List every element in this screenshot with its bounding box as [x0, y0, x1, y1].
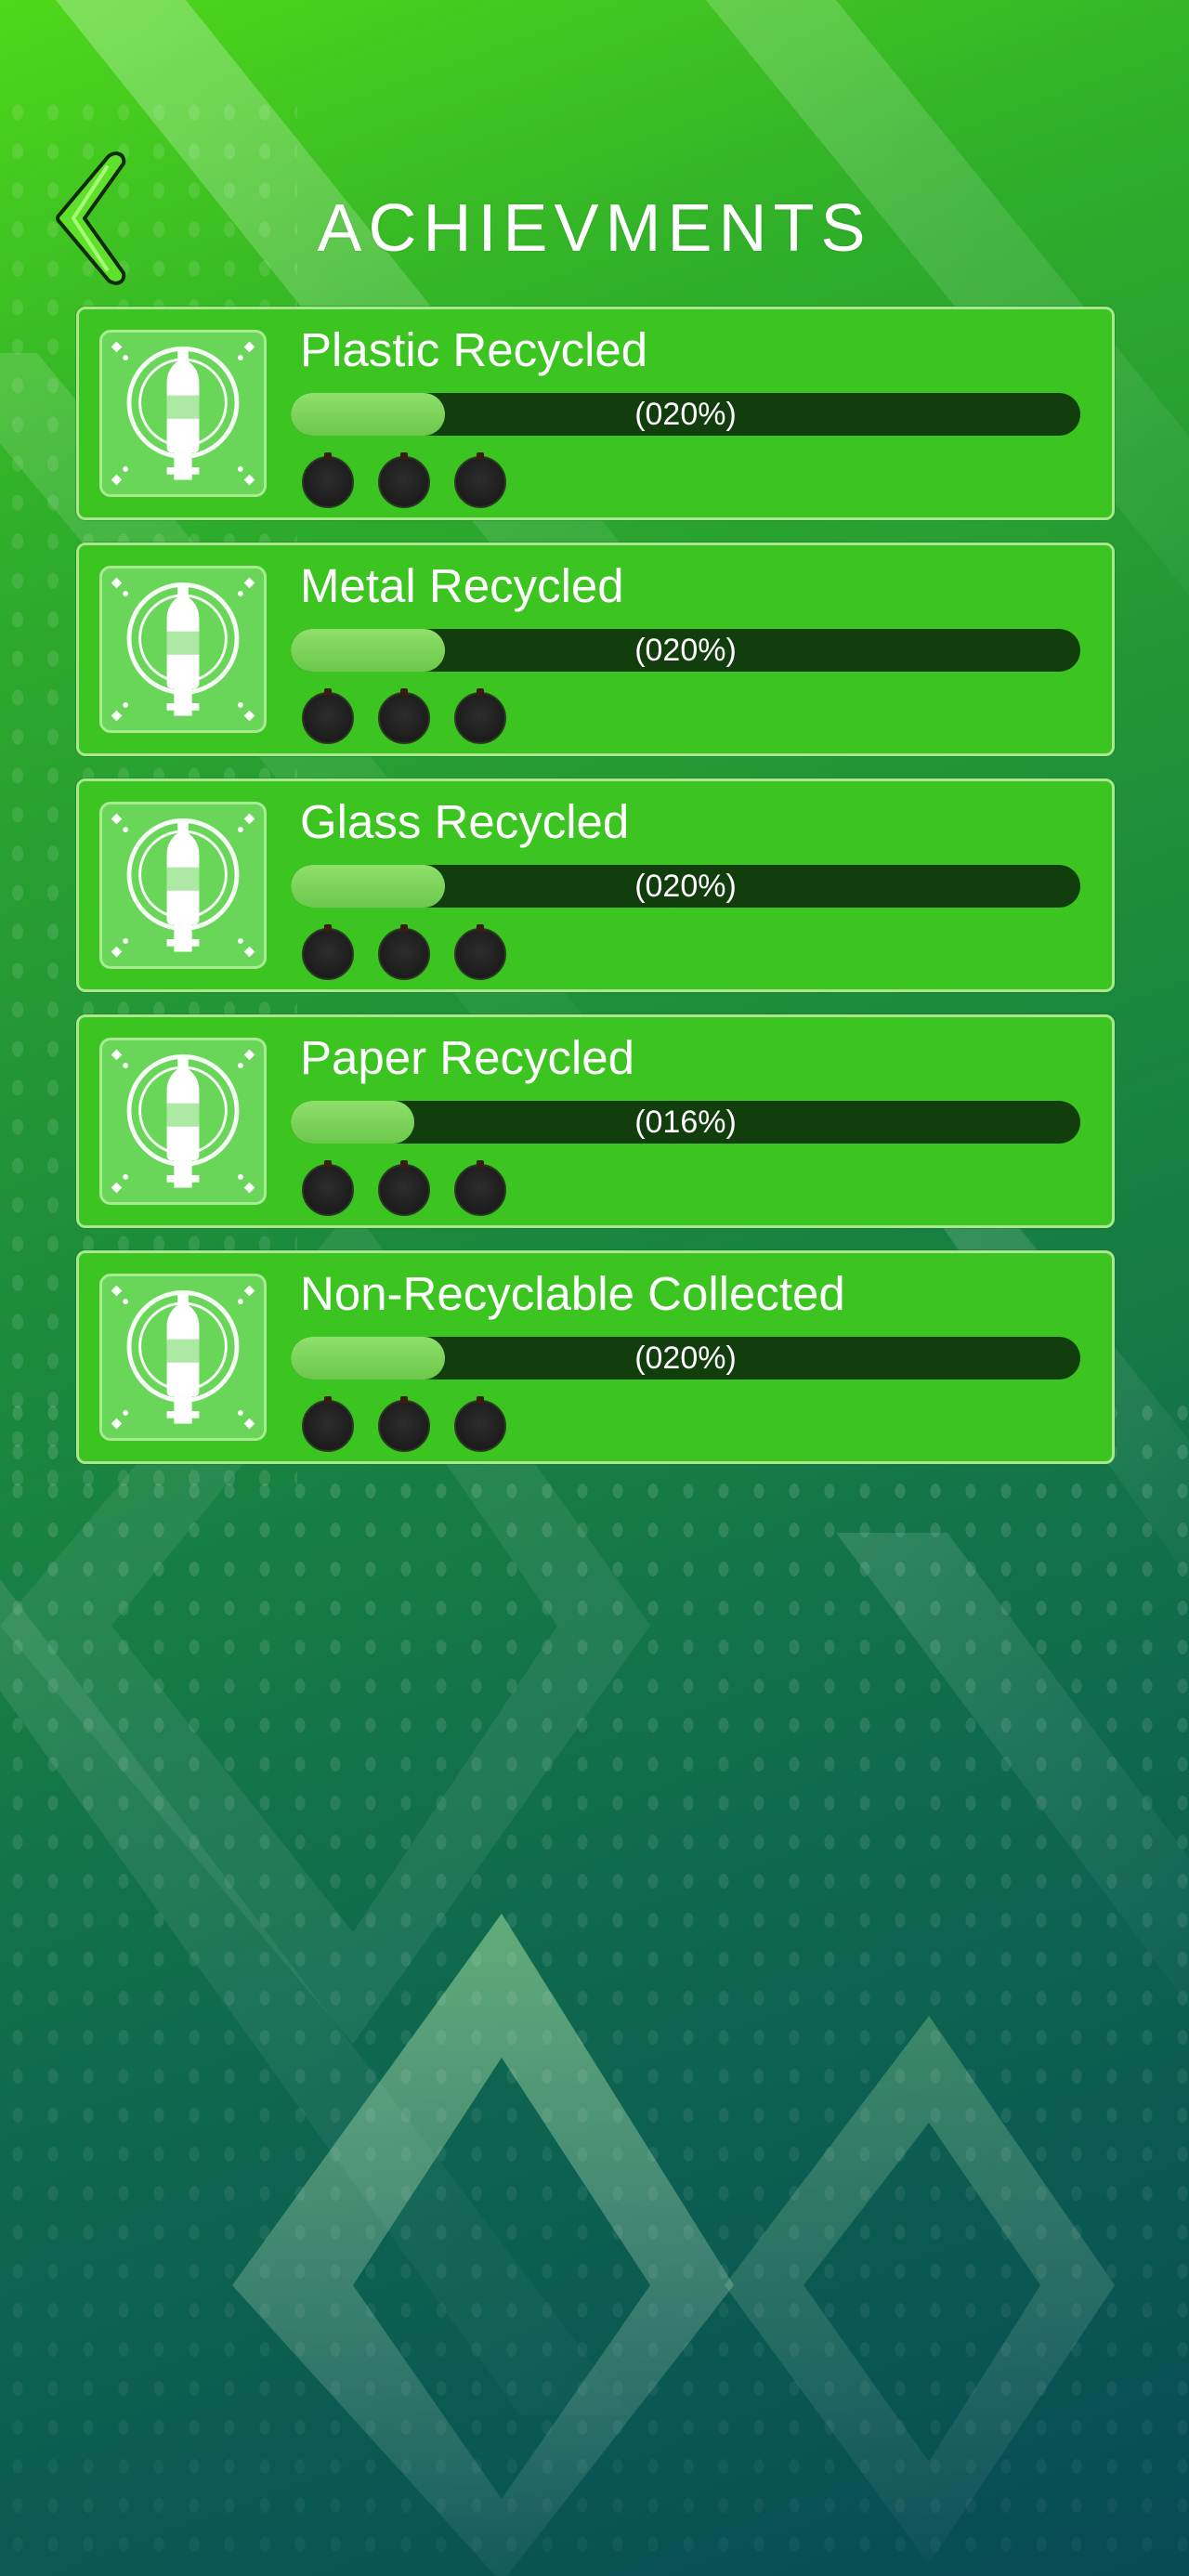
medal-icon: [378, 688, 430, 744]
medal-row: [302, 1396, 506, 1452]
medal-icon: [302, 924, 354, 980]
progress-bar: (016%): [291, 1101, 1080, 1144]
medal-icon: [454, 452, 506, 508]
medal-icon: [378, 924, 430, 980]
medal-icon: [454, 1396, 506, 1452]
progress-bar: (020%): [291, 865, 1080, 908]
medal-icon: [378, 452, 430, 508]
achievement-card-1[interactable]: Plastic Recycled (020%): [76, 307, 1115, 520]
medal-icon: [302, 688, 354, 744]
medal-icon: [302, 1160, 354, 1216]
progress-bar: (020%): [291, 629, 1080, 672]
medal-row: [302, 688, 506, 744]
achievements-list: Plastic Recycled (020%) Metal Recycled (…: [76, 307, 1115, 1486]
medal-icon: [454, 924, 506, 980]
dot-pattern-bottom: [0, 1393, 1189, 2576]
progress-text: (020%): [634, 868, 737, 904]
achievement-title: Glass Recycled: [300, 795, 630, 848]
medal-icon: [302, 452, 354, 508]
medal-icon: [454, 688, 506, 744]
achievement-card-4[interactable]: Paper Recycled (016%): [76, 1014, 1115, 1228]
page-title: ACHIEVMENTS: [317, 191, 872, 266]
progress-text: (020%): [634, 1340, 737, 1376]
progress-bar: (020%): [291, 393, 1080, 436]
achievement-title: Non-Recyclable Collected: [300, 1267, 845, 1320]
progress-text: (020%): [634, 632, 737, 668]
achievement-card-2[interactable]: Metal Recycled (020%): [76, 543, 1115, 756]
medal-icon: [302, 1396, 354, 1452]
achievement-card-3[interactable]: Glass Recycled (020%): [76, 778, 1115, 992]
bottle-badge-icon: [99, 330, 267, 497]
bottle-badge-icon: [99, 566, 267, 733]
achievement-card-5[interactable]: Non-Recyclable Collected (020%): [76, 1250, 1115, 1464]
achievement-title: Metal Recycled: [300, 559, 624, 612]
progress-bar: (020%): [291, 1337, 1080, 1380]
medal-row: [302, 924, 506, 980]
achievement-title: Paper Recycled: [300, 1031, 635, 1084]
medal-icon: [378, 1396, 430, 1452]
bottle-badge-icon: [99, 1274, 267, 1441]
bottle-badge-icon: [99, 802, 267, 969]
medal-row: [302, 1160, 506, 1216]
achievement-title: Plastic Recycled: [300, 323, 648, 376]
progress-text: (020%): [634, 396, 737, 432]
medal-row: [302, 452, 506, 508]
progress-text: (016%): [634, 1104, 737, 1140]
bottle-badge-icon: [99, 1038, 267, 1205]
medal-icon: [454, 1160, 506, 1216]
medal-icon: [378, 1160, 430, 1216]
